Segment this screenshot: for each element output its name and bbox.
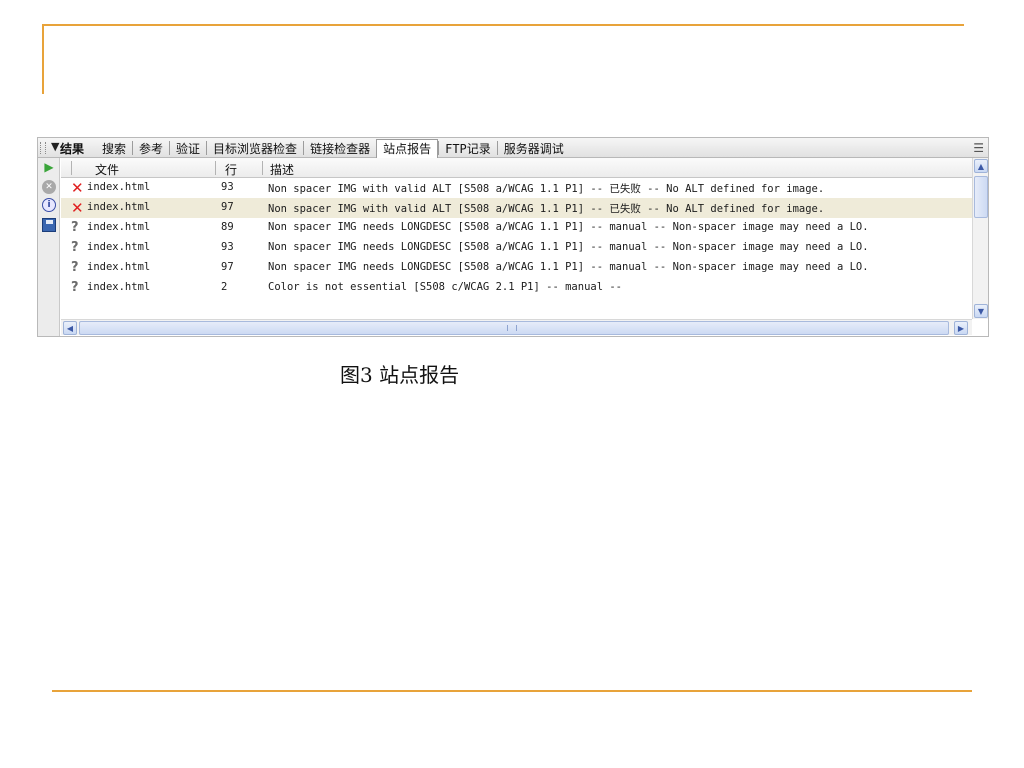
scroll-right-icon[interactable]: ▶ — [954, 321, 968, 335]
manual-check-icon: ? — [71, 240, 79, 255]
figure-caption: 图3 站点报告 — [340, 363, 460, 387]
left-accent-line — [42, 24, 44, 94]
tab-1[interactable]: 参考 — [132, 141, 169, 155]
table-body: ✕ index.html 93 Non spacer IMG with valid A… — [61, 178, 972, 298]
scroll-up-icon[interactable]: ▲ — [974, 159, 988, 173]
manual-check-icon: ? — [71, 280, 79, 295]
tab-0[interactable]: 搜索 — [96, 141, 132, 155]
vertical-scroll-thumb[interactable] — [974, 176, 988, 218]
row-file: index.html — [87, 241, 151, 253]
row-file: index.html — [87, 201, 151, 213]
table-row[interactable]: ? index.html 2 Color is not essential [S508… — [61, 278, 972, 298]
table-row[interactable]: ? index.html 89 Non spacer IMG needs LONGDE… — [61, 218, 972, 238]
column-header-description[interactable]: 描述 — [270, 161, 294, 178]
tab-2[interactable]: 验证 — [169, 141, 206, 155]
tab-5[interactable]: 站点报告 — [376, 139, 439, 158]
row-line: 97 — [221, 201, 234, 213]
stop-icon[interactable]: ✕ — [42, 180, 56, 194]
table-row[interactable]: ✕ index.html 93 Non spacer IMG with valid A… — [61, 178, 972, 198]
panel-grip-handle[interactable] — [40, 142, 46, 154]
tab-6[interactable]: FTP记录 — [438, 141, 497, 155]
row-line: 93 — [221, 181, 234, 193]
table-row[interactable]: ? index.html 97 Non spacer IMG needs LONGDE… — [61, 258, 972, 278]
tab-4[interactable]: 链接检查器 — [303, 141, 376, 155]
row-file: index.html — [87, 181, 151, 193]
bottom-accent-line — [52, 690, 972, 692]
horizontal-scroll-thumb[interactable] — [79, 321, 949, 335]
row-file: index.html — [87, 221, 151, 233]
row-line: 2 — [221, 281, 228, 293]
row-description: Non spacer IMG needs LONGDESC [S508 a/WC… — [268, 261, 869, 273]
table-row[interactable]: ✕ index.html 97 Non spacer IMG with valid A… — [61, 198, 972, 218]
failed-icon: ✕ — [71, 179, 84, 197]
column-header-file[interactable]: 文件 — [95, 161, 119, 178]
tab-7[interactable]: 服务器调试 — [496, 141, 570, 155]
panel-group-title[interactable]: 结果 — [60, 140, 84, 157]
panel-tabs: 搜索 参考 验证 目标浏览器检查 链接检查器 站点报告 FTP记录 服务器调试 — [96, 138, 570, 158]
manual-check-icon: ? — [71, 260, 79, 275]
manual-check-icon: ? — [71, 220, 79, 235]
results-panel: ▼ 结果 搜索 参考 验证 目标浏览器检查 链接检查器 站点报告 FTP记录 服务器调试 ☰ … — [37, 137, 989, 337]
more-info-icon[interactable]: i — [42, 198, 56, 212]
column-header-line[interactable]: 行 — [225, 161, 237, 178]
panel-tab-bar: ▼ 结果 搜索 参考 验证 目标浏览器检查 链接检查器 站点报告 FTP记录 服务器调试 ☰ — [38, 138, 988, 158]
failed-icon: ✕ — [71, 199, 84, 217]
table-header: 文件 行 描述 — [61, 158, 972, 178]
row-line: 89 — [221, 221, 234, 233]
column-divider — [71, 161, 72, 175]
tab-3[interactable]: 目标浏览器检查 — [206, 141, 303, 155]
row-line: 97 — [221, 261, 234, 273]
row-file: index.html — [87, 281, 151, 293]
row-file: index.html — [87, 261, 151, 273]
scroll-down-icon[interactable]: ▼ — [974, 304, 988, 318]
row-description: Non spacer IMG with valid ALT [S508 a/WC… — [268, 183, 825, 195]
row-description: Color is not essential [S508 c/WCAG 2.1 … — [268, 281, 623, 293]
column-divider — [262, 161, 263, 175]
horizontal-scrollbar[interactable]: ◀ ▶ — [61, 319, 972, 335]
scroll-left-icon[interactable]: ◀ — [63, 321, 77, 335]
save-report-icon[interactable] — [42, 218, 56, 232]
vertical-scrollbar[interactable]: ▲ ▼ — [972, 158, 988, 319]
row-line: 93 — [221, 241, 234, 253]
top-accent-line — [42, 24, 964, 26]
run-report-icon[interactable]: ▶ — [42, 160, 56, 174]
row-description: Non spacer IMG with valid ALT [S508 a/WC… — [268, 203, 825, 215]
panel-options-icon[interactable]: ☰ — [973, 141, 984, 155]
report-table: 文件 行 描述 ✕ index.html 93 Non spacer IMG with… — [61, 158, 972, 319]
row-description: Non spacer IMG needs LONGDESC [S508 a/WC… — [268, 241, 869, 253]
report-toolbar: ▶ ✕ i — [38, 158, 60, 336]
column-divider — [215, 161, 216, 175]
collapse-arrow-icon[interactable]: ▼ — [51, 140, 59, 153]
table-row[interactable]: ? index.html 93 Non spacer IMG needs LONGDE… — [61, 238, 972, 258]
row-description: Non spacer IMG needs LONGDESC [S508 a/WC… — [268, 221, 869, 233]
